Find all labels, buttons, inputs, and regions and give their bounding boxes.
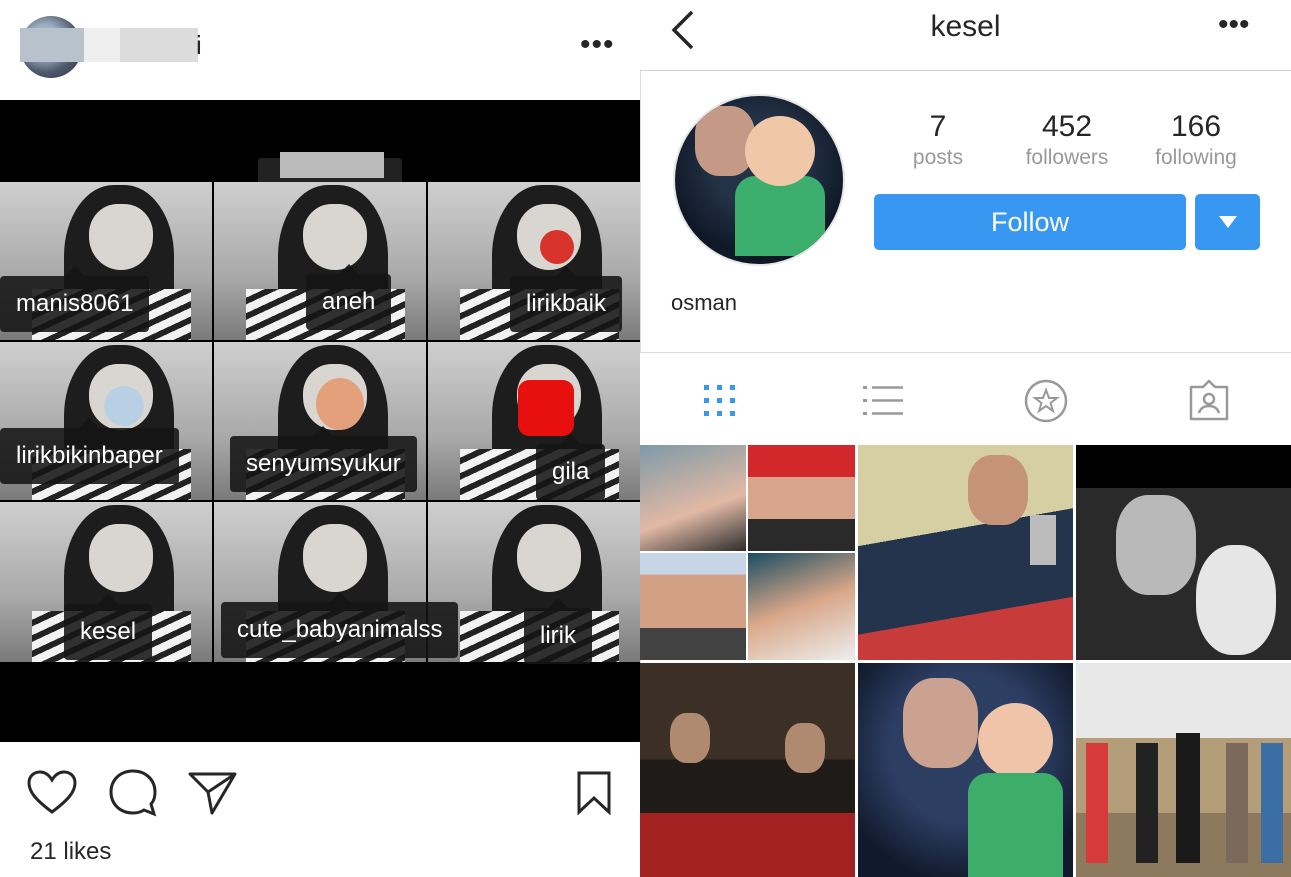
leaf-sticker [540, 230, 574, 264]
post-photo[interactable]: manis8061 aneh lirikbaik lirikbikinbaper… [0, 100, 640, 742]
user-tag[interactable]: aneh [306, 264, 392, 330]
collage-tile [428, 342, 640, 500]
grid-photo[interactable] [640, 445, 855, 660]
more-options-icon[interactable]: ••• [1218, 10, 1250, 40]
likes-count[interactable]: 21 likes [30, 838, 111, 866]
following-count[interactable]: 166 [1131, 110, 1261, 144]
share-icon[interactable] [188, 770, 238, 816]
grid-photo[interactable] [858, 445, 1073, 660]
user-tag[interactable]: gila [536, 434, 606, 500]
profile-avatar[interactable] [673, 94, 845, 266]
redacted-username [20, 28, 84, 62]
grid-photo[interactable] [640, 663, 855, 877]
grid-photo[interactable] [858, 663, 1073, 877]
bookmark-icon[interactable] [576, 770, 612, 816]
followers-label[interactable]: followers [1002, 146, 1132, 170]
user-tag[interactable]: kesel [64, 594, 153, 660]
post-header: i ••• [0, 0, 640, 100]
grid-view-icon[interactable] [702, 383, 738, 419]
circle-sticker [104, 386, 144, 426]
follow-button[interactable]: Follow [874, 194, 1186, 250]
paw-sticker [316, 378, 364, 430]
redacted-username [120, 28, 198, 62]
grid-photo[interactable] [1076, 663, 1291, 877]
profile-tabs [640, 352, 1291, 445]
red-sticker [518, 380, 574, 436]
left-post-view: i ••• manis8061 aneh lirikbaik lirikbiki… [0, 0, 640, 877]
posts-label: posts [912, 146, 964, 169]
user-tag[interactable]: cute_babyanimalss [221, 592, 459, 658]
suggestions-dropdown-button[interactable] [1195, 194, 1260, 250]
comment-icon[interactable] [108, 768, 158, 818]
grid-photo[interactable] [1076, 445, 1291, 660]
user-tag[interactable]: lirikbikinbaper [0, 418, 179, 484]
chevron-down-icon [1219, 216, 1237, 228]
user-tag[interactable]: lirik [524, 598, 592, 664]
heart-icon[interactable] [26, 770, 78, 816]
following-label[interactable]: following [1131, 146, 1261, 170]
profile-full-name: osman [671, 290, 738, 315]
user-tag[interactable]: lirikbaik [510, 266, 623, 332]
redacted-username [84, 28, 120, 62]
tagged-photos-icon[interactable] [1188, 379, 1230, 421]
list-view-icon[interactable] [862, 383, 904, 419]
more-options-icon[interactable]: ••• [580, 30, 615, 60]
redacted-tag-text [280, 152, 384, 178]
user-tag[interactable]: senyumsyukur [230, 426, 417, 492]
star-saved-icon[interactable] [1024, 379, 1068, 423]
followers-count[interactable]: 452 [1002, 110, 1132, 144]
user-tag[interactable]: manis8061 [0, 266, 150, 332]
posts-count: 7 [929, 110, 947, 143]
username-fragment[interactable]: i [196, 30, 202, 61]
profile-username: kesel [930, 10, 1001, 43]
